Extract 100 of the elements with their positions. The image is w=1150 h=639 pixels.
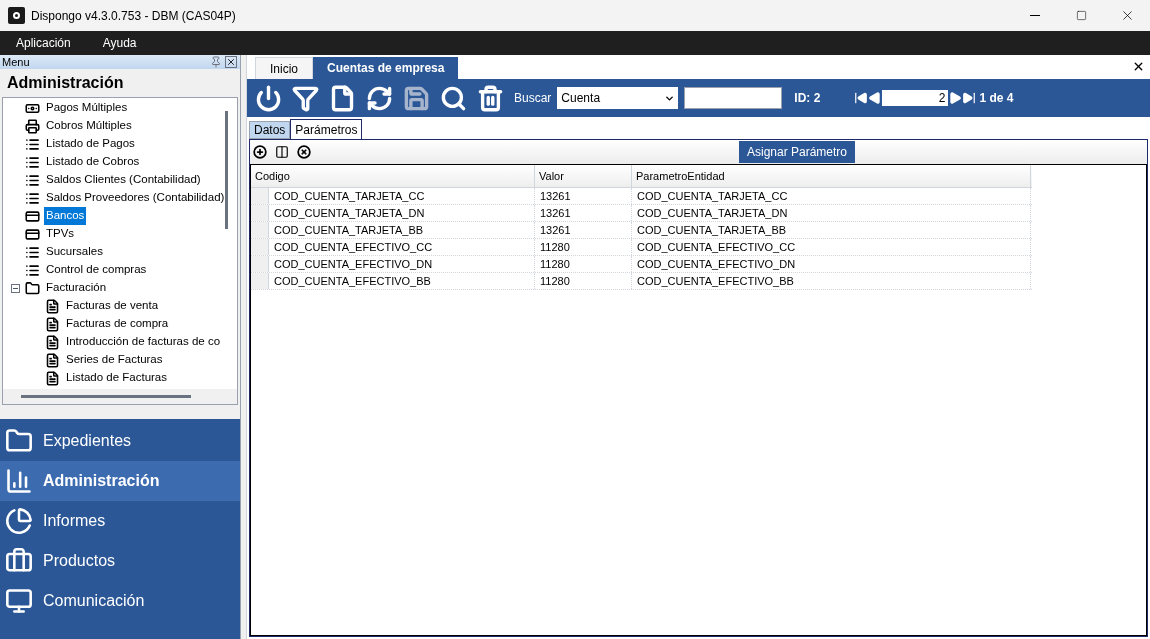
- add-icon[interactable]: [253, 145, 267, 159]
- table-cell: COD_CUENTA_TARJETA_DN: [269, 205, 535, 221]
- app-logo-icon: [8, 7, 25, 24]
- monitor-icon: [5, 587, 33, 615]
- menu-item[interactable]: Aplicación: [0, 34, 87, 52]
- pie-icon: [5, 507, 33, 535]
- table-cell: COD_CUENTA_TARJETA_BB: [632, 222, 1031, 238]
- table-cell: 13261: [535, 205, 632, 221]
- invoice-icon: [45, 334, 60, 350]
- trash-icon: [477, 84, 504, 112]
- tree-item[interactable]: Control de compras: [44, 261, 149, 279]
- table-cell: 13261: [535, 222, 632, 238]
- close-icon[interactable]: [1132, 60, 1145, 73]
- list-icon: [25, 154, 40, 170]
- tree-item[interactable]: TPVs: [44, 225, 77, 243]
- tree-item[interactable]: Listado de Cobros: [44, 153, 142, 171]
- minimize-icon: [1030, 15, 1040, 16]
- briefcase-icon: [5, 547, 33, 575]
- assign-parameter-button[interactable]: Asignar Parámetro: [739, 141, 856, 163]
- card-icon: [25, 226, 40, 242]
- table-cell: COD_CUENTA_EFECTIVO_CC: [632, 239, 1031, 255]
- column-header[interactable]: ParametroEntidad: [632, 165, 1031, 187]
- columns-icon[interactable]: [275, 145, 289, 159]
- table-cell: COD_CUENTA_EFECTIVO_DN: [632, 256, 1031, 272]
- table-cell: COD_CUENTA_EFECTIVO_DN: [269, 256, 535, 272]
- tree-item[interactable]: Saldos Clientes (Contabilidad): [44, 171, 203, 189]
- table-cell: COD_CUENTA_EFECTIVO_BB: [632, 273, 1031, 289]
- tree-item[interactable]: Cobros Múltiples: [44, 117, 134, 135]
- search-dropdown[interactable]: Cuenta: [557, 87, 679, 109]
- nav-item[interactable]: Expedientes: [0, 421, 240, 461]
- scrollbar[interactable]: [21, 395, 191, 398]
- power-icon: [255, 84, 282, 112]
- tree-item[interactable]: Facturas de venta: [64, 297, 161, 315]
- search-icon: [440, 84, 467, 112]
- table-cell: 11280: [535, 256, 632, 272]
- previous-record-icon[interactable]: [868, 91, 883, 105]
- pin-icon[interactable]: [210, 56, 222, 68]
- tab[interactable]: Cuentas de empresa: [313, 57, 459, 79]
- collapse-icon[interactable]: [11, 283, 20, 293]
- tab[interactable]: Datos: [249, 121, 291, 139]
- folder-icon: [5, 427, 33, 455]
- next-record-icon[interactable]: [948, 91, 963, 105]
- tab[interactable]: Inicio: [255, 57, 313, 79]
- menu-item[interactable]: Ayuda: [86, 34, 153, 52]
- invoice-icon: [45, 352, 60, 368]
- list-icon: [25, 262, 40, 278]
- invoice-icon: [45, 298, 60, 314]
- list-icon: [25, 190, 40, 206]
- remove-icon[interactable]: [297, 145, 311, 159]
- tree-item[interactable]: Sucursales: [44, 243, 105, 261]
- scrollbar[interactable]: [225, 111, 228, 229]
- table-cell: COD_CUENTA_TARJETA_DN: [632, 205, 1031, 221]
- nav-item[interactable]: Comunicación: [0, 581, 240, 621]
- close-icon: [226, 57, 236, 67]
- table-cell: COD_CUENTA_TARJETA_CC: [632, 188, 1031, 204]
- search-input[interactable]: [684, 87, 783, 109]
- record-count: 1 de 4: [979, 90, 1014, 107]
- tree-item[interactable]: Facturas de compra: [64, 315, 171, 333]
- invoice-icon: [45, 370, 60, 386]
- column-header[interactable]: Codigo: [251, 165, 535, 187]
- list-icon: [25, 172, 40, 188]
- tree-item[interactable]: Saldos Proveedores (Contabilidad): [44, 189, 225, 207]
- tree-item[interactable]: Series de Facturas: [64, 351, 165, 369]
- nav-item[interactable]: Productos: [0, 541, 240, 581]
- nav-item[interactable]: Administración: [0, 461, 240, 501]
- table-cell: COD_CUENTA_EFECTIVO_BB: [269, 273, 535, 289]
- table-cell: COD_CUENTA_TARJETA_BB: [269, 222, 535, 238]
- list-icon: [25, 244, 40, 260]
- window-title: Dispongo v4.3.0.753 - DBM (CAS04P): [31, 7, 236, 25]
- folder-icon: [25, 280, 40, 296]
- invoice-icon: [45, 316, 60, 332]
- panel-header: Menu: [1, 55, 30, 69]
- id-label: ID: 2: [794, 90, 821, 107]
- tab[interactable]: Parámetros: [290, 119, 363, 139]
- save-icon: [403, 84, 430, 112]
- nav-item[interactable]: Informes: [0, 501, 240, 541]
- last-record-icon[interactable]: [962, 91, 977, 105]
- search-label: Buscar: [514, 90, 552, 107]
- table-cell: COD_CUENTA_TARJETA_CC: [269, 188, 535, 204]
- chart-icon: [5, 467, 33, 495]
- tree-item[interactable]: Listado de Pagos: [44, 135, 137, 153]
- first-record-icon[interactable]: [854, 91, 869, 105]
- tree-item[interactable]: Facturación: [44, 279, 109, 297]
- maximize-icon: [1075, 10, 1087, 21]
- panel-title: Administración: [6, 73, 124, 93]
- table-cell: 11280: [535, 239, 632, 255]
- tree-item[interactable]: Introducción de facturas de co: [64, 333, 223, 351]
- close-button[interactable]: [225, 56, 237, 68]
- card-icon: [25, 208, 40, 224]
- tree-item[interactable]: Listado de Facturas: [64, 369, 169, 387]
- column-header[interactable]: Valor: [535, 165, 632, 187]
- table-cell: 11280: [535, 273, 632, 289]
- list-icon: [25, 136, 40, 152]
- new-document-icon: [329, 84, 356, 112]
- tree-item[interactable]: Bancos: [44, 207, 87, 225]
- table-cell: COD_CUENTA_EFECTIVO_CC: [269, 239, 535, 255]
- filter-icon: [292, 84, 319, 112]
- refresh-icon: [366, 84, 393, 112]
- table-cell: 13261: [535, 188, 632, 204]
- tree-item[interactable]: Pagos Múltiples: [44, 99, 130, 117]
